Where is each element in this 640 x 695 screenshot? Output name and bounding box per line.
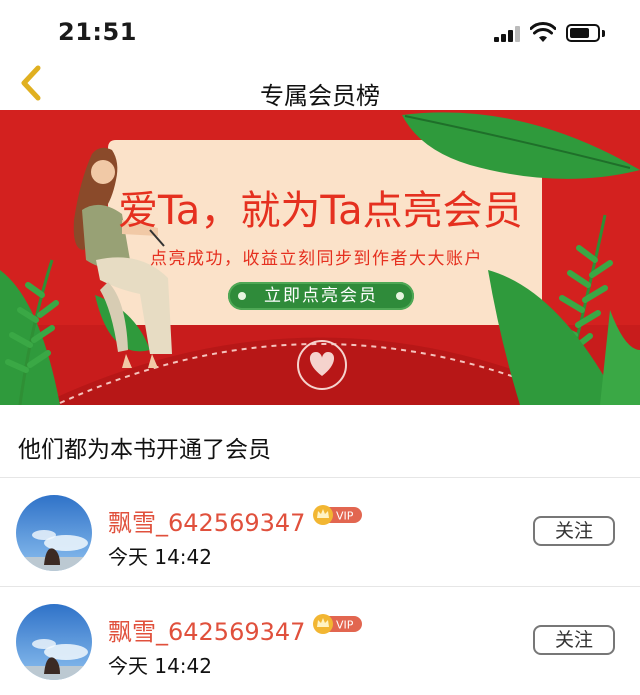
page-title: 专属会员榜	[260, 82, 380, 110]
battery-cap	[602, 30, 605, 37]
wifi-icon	[530, 22, 556, 42]
status-bar: 21:51	[0, 0, 640, 64]
member-time: 今天 14:42	[108, 654, 212, 678]
member-row[interactable]: 飘雪_642569347 VIP 今天 14:42 关注	[0, 478, 640, 586]
activate-membership-button[interactable]: 立即点亮会员	[228, 282, 414, 310]
follow-button[interactable]: 关注	[533, 625, 615, 655]
avatar[interactable]	[16, 495, 92, 571]
banner-subtitle: 点亮成功，收益立刻同步到作者大大账户	[150, 249, 483, 269]
section-title: 他们都为本书开通了会员	[18, 437, 271, 463]
cellular-signal-icon	[494, 26, 524, 42]
banner-headline: 爱Ta，就为Ta点亮会员	[118, 188, 523, 234]
status-time: 21:51	[58, 18, 137, 46]
vip-badge: VIP	[313, 505, 362, 525]
follow-button[interactable]: 关注	[533, 516, 615, 546]
member-name[interactable]: 飘雪_642569347	[108, 503, 305, 538]
member-row[interactable]: 飘雪_642569347 VIP 今天 14:42 关注	[0, 587, 640, 695]
promo-banner[interactable]: 爱Ta，就为Ta点亮会员 点亮成功，收益立刻同步到作者大大账户 立即点亮会员	[0, 110, 640, 405]
member-name[interactable]: 飘雪_642569347	[108, 612, 305, 647]
svg-text:VIP: VIP	[336, 619, 354, 632]
vip-badge: VIP	[313, 614, 362, 634]
nav-bar: 专属会员榜	[0, 64, 640, 110]
battery-icon	[566, 24, 600, 42]
member-time: 今天 14:42	[108, 545, 212, 569]
avatar[interactable]	[16, 604, 92, 680]
svg-text:VIP: VIP	[336, 510, 354, 523]
